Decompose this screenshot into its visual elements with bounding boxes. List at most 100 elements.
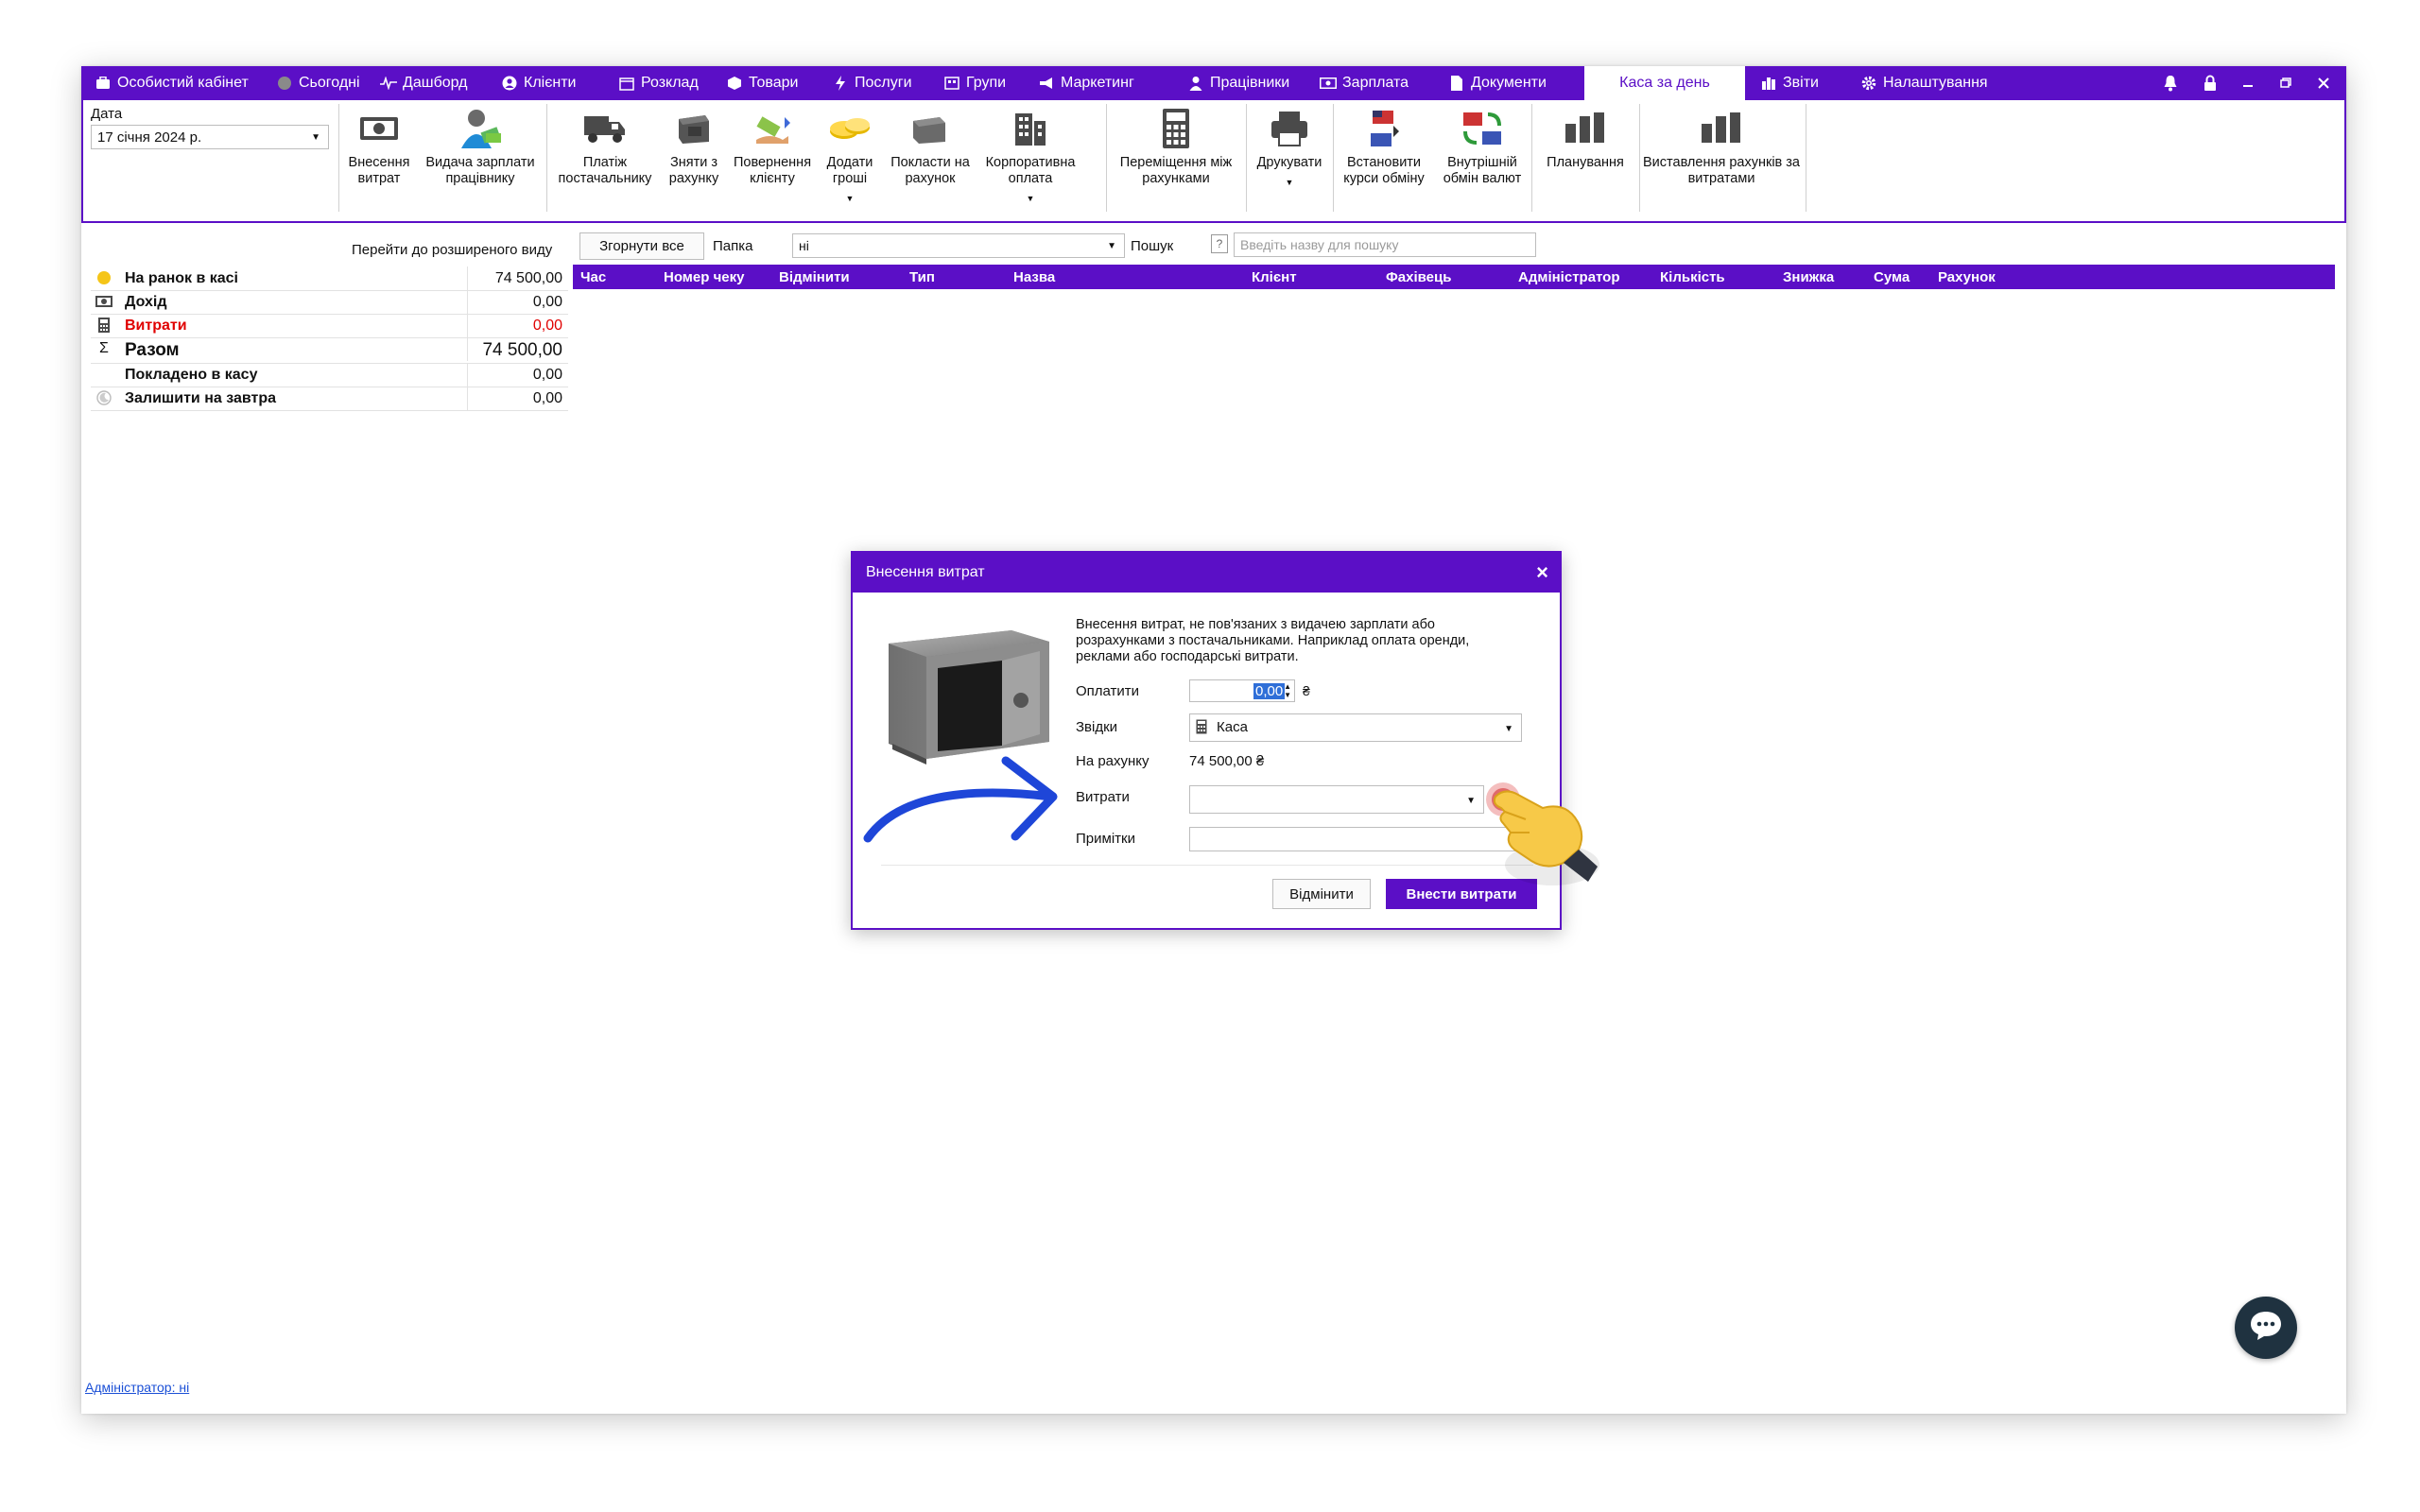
summary-row-expenses: Витрати 0,00 <box>91 314 568 338</box>
withdraw-icon <box>667 106 720 151</box>
bell-icon[interactable] <box>2153 66 2187 100</box>
column-header-administrator[interactable]: Адміністратор <box>1518 269 1620 285</box>
menu-schedule[interactable]: Розклад <box>618 66 699 100</box>
help-icon[interactable]: ? <box>1211 234 1228 253</box>
column-header-specialist[interactable]: Фахівець <box>1386 269 1451 285</box>
from-account-select[interactable]: Каса ▼ <box>1189 713 1522 742</box>
coin-icon <box>95 269 113 286</box>
column-header-discount[interactable]: Знижка <box>1783 269 1834 285</box>
column-header-type[interactable]: Тип <box>909 269 935 285</box>
summary-label: Разом <box>125 340 180 360</box>
ribbon-planning-button[interactable]: Планування <box>1535 106 1635 210</box>
cash-icon <box>353 106 406 151</box>
ribbon-add-money-button[interactable]: Додати гроші ▼ <box>821 106 879 210</box>
column-header-account[interactable]: Рахунок <box>1938 269 1996 285</box>
ribbon-deposit-button[interactable]: Покласти на рахунок <box>885 106 976 210</box>
spinner-icon[interactable]: ▲ ▼ <box>1284 682 1291 699</box>
menu-products[interactable]: Товари <box>726 66 798 100</box>
menu-employees[interactable]: Працівники <box>1187 66 1289 100</box>
salary-person-icon <box>454 106 507 151</box>
menu-personal-cabinet[interactable]: Особистий кабінет <box>95 66 249 100</box>
document-icon <box>1448 75 1465 92</box>
dialog-title-bar: Внесення витрат × <box>853 553 1560 593</box>
notes-label: Примітки <box>1076 831 1135 847</box>
close-icon[interactable] <box>2307 66 2341 100</box>
ribbon-button-label: Платіж постачальнику <box>558 155 652 186</box>
restore-icon[interactable] <box>2269 66 2303 100</box>
cancel-button[interactable]: Відмінити <box>1272 879 1371 909</box>
collapse-all-button[interactable]: Згорнути все <box>579 232 704 260</box>
ribbon-add-expense-button[interactable]: Внесення витрат <box>344 106 414 210</box>
ribbon-print-button[interactable]: Друкувати ▼ <box>1252 106 1327 210</box>
ribbon-button-label: Покласти на рахунок <box>890 155 970 186</box>
ribbon-withdraw-button[interactable]: Зняти з рахунку <box>664 106 724 210</box>
ribbon-button-label: Зняти з рахунку <box>668 155 719 186</box>
menu-dashboard[interactable]: Дашборд <box>380 66 468 100</box>
menu-label: Маркетинг <box>1061 75 1134 91</box>
ribbon-corporate-payment-button[interactable]: Корпоративна оплата ▼ <box>981 106 1080 210</box>
column-header-sum[interactable]: Сума <box>1874 269 1910 285</box>
ribbon-invoices-by-expenses-button[interactable]: Виставлення рахунків за витратами <box>1643 106 1800 210</box>
date-label: Дата <box>91 106 123 122</box>
menu-documents[interactable]: Документи <box>1448 66 1547 100</box>
menu-salary[interactable]: Зарплата <box>1320 66 1409 100</box>
person-icon <box>1187 75 1204 92</box>
search-input[interactable]: Введіть назву для пошуку <box>1234 232 1536 257</box>
minimize-icon[interactable] <box>2231 66 2265 100</box>
administrator-link[interactable]: Адміністратор: ні <box>85 1380 189 1395</box>
date-value: 17 січня 2024 р. <box>97 129 202 146</box>
megaphone-icon <box>1038 75 1055 92</box>
menu-services[interactable]: Послуги <box>832 66 912 100</box>
calculator-icon <box>95 317 113 334</box>
chat-button[interactable] <box>2235 1297 2297 1359</box>
menu-marketing[interactable]: Маркетинг <box>1038 66 1134 100</box>
ribbon-transfer-between-accounts-button[interactable]: Переміщення між рахунками <box>1112 106 1240 210</box>
menu-settings[interactable]: Налаштування <box>1860 66 1988 100</box>
column-header-receipt-number[interactable]: Номер чеку <box>664 269 744 285</box>
column-header-name[interactable]: Назва <box>1013 269 1055 285</box>
menu-reports[interactable]: Звіти <box>1760 66 1819 100</box>
arrow-pointer-icon <box>862 751 1080 850</box>
column-header-client[interactable]: Клієнт <box>1252 269 1297 285</box>
search-label: Пошук <box>1131 238 1174 254</box>
summary-row-total: Σ Разом 74 500,00 <box>91 337 568 364</box>
ribbon-supplier-payment-button[interactable]: Платіж постачальнику <box>552 106 658 210</box>
ribbon-set-exchange-rates-button[interactable]: Встановити курси обміну <box>1337 106 1431 210</box>
ribbon-pay-salary-button[interactable]: Видача зарплати працівнику <box>422 106 539 210</box>
column-header-cancel[interactable]: Відмінити <box>779 269 850 285</box>
coins-icon <box>823 106 876 151</box>
ribbon-toolbar: Дата 17 січня 2024 р. ▼ Внесення витрат … <box>81 100 2346 223</box>
column-header-time[interactable]: Час <box>580 269 606 285</box>
ribbon-internal-currency-exchange-button[interactable]: Внутрішній обмін валют <box>1437 106 1528 210</box>
chevron-down-icon: ▼ <box>311 132 320 143</box>
close-icon[interactable]: × <box>1536 560 1548 585</box>
column-header-quantity[interactable]: Кількість <box>1660 269 1725 285</box>
gear-icon <box>1860 75 1877 92</box>
menu-groups[interactable]: Групи <box>943 66 1006 100</box>
ribbon-separator <box>546 104 547 212</box>
box-icon <box>726 75 743 92</box>
menu-label: Товари <box>749 75 799 91</box>
menu-label: Звіти <box>1783 75 1819 91</box>
menu-clients[interactable]: Клієнти <box>501 66 576 100</box>
lock-icon[interactable] <box>2193 66 2227 100</box>
summary-label: Дохід <box>125 294 167 310</box>
expense-category-select[interactable]: ▼ <box>1189 785 1484 814</box>
folder-select[interactable]: ні ▼ <box>792 233 1125 258</box>
building-icon <box>1004 106 1057 151</box>
summary-label: Витрати <box>125 318 187 334</box>
summary-row-deposited: Покладено в касу 0,00 <box>91 363 568 387</box>
ribbon-button-label: Друкувати <box>1256 155 1322 170</box>
calculator-icon <box>1196 719 1207 738</box>
date-picker[interactable]: 17 січня 2024 р. ▼ <box>91 125 329 149</box>
expense-category-label: Витрати <box>1076 789 1130 805</box>
ribbon-refund-client-button[interactable]: Повернення клієнту <box>730 106 815 210</box>
notes-input[interactable] <box>1189 827 1522 851</box>
ribbon-separator <box>1106 104 1107 212</box>
ribbon-button-label: Видача зарплати працівнику <box>425 155 535 186</box>
advanced-view-link[interactable]: Перейти до розширеного виду <box>352 242 552 258</box>
menu-cash-for-day[interactable]: Каса за день <box>1584 66 1745 100</box>
menu-today[interactable]: Сьогодні <box>276 66 360 100</box>
summary-row-morning-cash: На ранок в касі 74 500,00 <box>91 266 568 291</box>
pay-amount-input[interactable]: 0,00 ▲ ▼ <box>1189 679 1295 702</box>
